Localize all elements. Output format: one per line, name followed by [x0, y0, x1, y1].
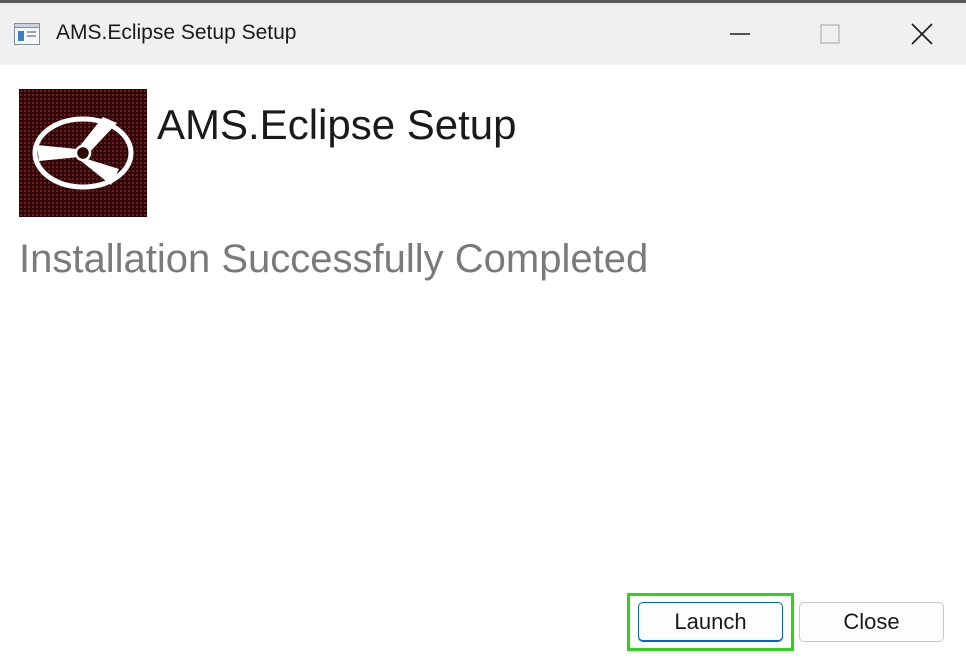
- setup-window: AMS.Eclipse Setup Setup AMS.Eclipse Setu…: [0, 0, 966, 662]
- minimize-icon: [730, 33, 750, 35]
- title-bar[interactable]: AMS.Eclipse Setup Setup: [0, 3, 966, 65]
- disc-icon: [32, 116, 134, 190]
- maximize-icon: [820, 24, 840, 44]
- minimize-button[interactable]: [710, 3, 770, 65]
- close-icon: [911, 23, 933, 45]
- maximize-button[interactable]: [800, 3, 860, 65]
- close-window-button[interactable]: [892, 3, 952, 65]
- app-window-icon: [14, 23, 40, 45]
- product-logo: [19, 89, 147, 217]
- status-message: Installation Successfully Completed: [19, 237, 649, 281]
- launch-button[interactable]: Launch: [638, 602, 783, 642]
- window-title: AMS.Eclipse Setup Setup: [56, 21, 297, 44]
- close-button[interactable]: Close: [799, 602, 944, 642]
- product-heading: AMS.Eclipse Setup: [157, 101, 517, 148]
